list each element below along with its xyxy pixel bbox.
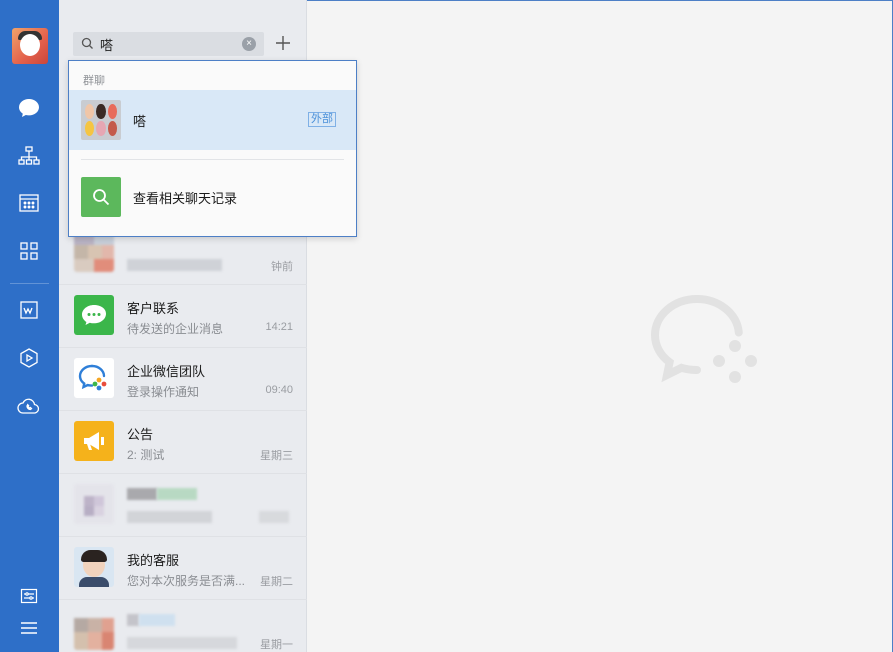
conversation-time: 14:21 [265,321,293,333]
result-group-name: 嗒 [133,114,147,129]
conversation-item-my-service[interactable]: 我的客服 您对本次服务是否满... 星期二 [59,537,307,600]
search-result-group-chat[interactable]: 嗒 外部 [69,90,356,150]
view-related-chat-history-button[interactable]: 查看相关聊天记录 [69,173,356,217]
conversation-item[interactable]: 星期一 [59,600,307,652]
megaphone-icon [74,421,114,461]
blurred-avatar [74,484,114,524]
conversation-item[interactable] [59,474,307,537]
conversation-title: 企业微信团队 [127,364,206,379]
messages-icon[interactable] [14,93,44,123]
doc-wedoc-icon[interactable] [14,295,44,325]
group-avatar [81,100,121,140]
clear-search-icon[interactable]: × [242,37,256,51]
conversation-preview: 2: 测试 [127,448,165,462]
wecom-watermark-logo [650,295,757,383]
conversation-time: 09:40 [265,384,293,396]
conversation-item-customer-contact[interactable]: 客户联系 待发送的企业消息 14:21 [59,285,307,348]
conversation-time: 钟前 [271,261,293,273]
micro-drive-icon[interactable] [14,343,44,373]
left-nav-rail [0,0,59,652]
group-chat-section-label: 群聊 [83,75,105,87]
conversation-title: 我的客服 [127,553,180,568]
wecom-team-icon [74,358,114,398]
contacts-org-icon[interactable] [14,141,44,171]
search-box[interactable]: × [73,32,264,56]
blurred-avatar [74,610,114,650]
conversation-title: 公告 [127,427,154,442]
conversation-time: 星期一 [260,639,293,651]
user-avatar[interactable] [12,28,48,64]
search-results-dropdown: 群聊 嗒 外部 查看相关聊天记录 [68,60,357,237]
search-input[interactable] [100,34,235,54]
rail-divider [10,283,49,284]
wechat-chat-icon [74,295,114,335]
view-related-chat-history-label: 查看相关聊天记录 [133,191,238,206]
search-icon [81,37,93,49]
conversation-time: 星期三 [260,450,293,462]
conversation-preview: 您对本次服务是否满... [127,574,246,588]
add-plus-icon[interactable] [273,33,293,53]
chat-content-area [307,0,893,652]
conversation-preview: 待发送的企业消息 [127,322,224,336]
external-badge: 外部 [308,112,336,127]
conversation-item-wecom-team[interactable]: 企业微信团队 登录操作通知 09:40 [59,348,307,411]
service-avatar [74,547,114,587]
calendar-icon[interactable] [14,188,44,218]
conversation-title: 客户联系 [127,301,180,316]
dropdown-divider [81,159,344,160]
conversation-time: 星期二 [260,576,293,588]
cloud-phone-icon[interactable] [14,391,44,421]
settings-toggle-icon[interactable] [14,581,44,611]
workbench-apps-icon[interactable] [14,236,44,266]
conversation-preview: 登录操作通知 [127,385,200,399]
search-history-icon [81,177,121,217]
menu-icon[interactable] [14,613,44,643]
conversation-item-announcement[interactable]: 公告 2: 测试 星期三 [59,411,307,474]
blurred-avatar [74,232,114,272]
